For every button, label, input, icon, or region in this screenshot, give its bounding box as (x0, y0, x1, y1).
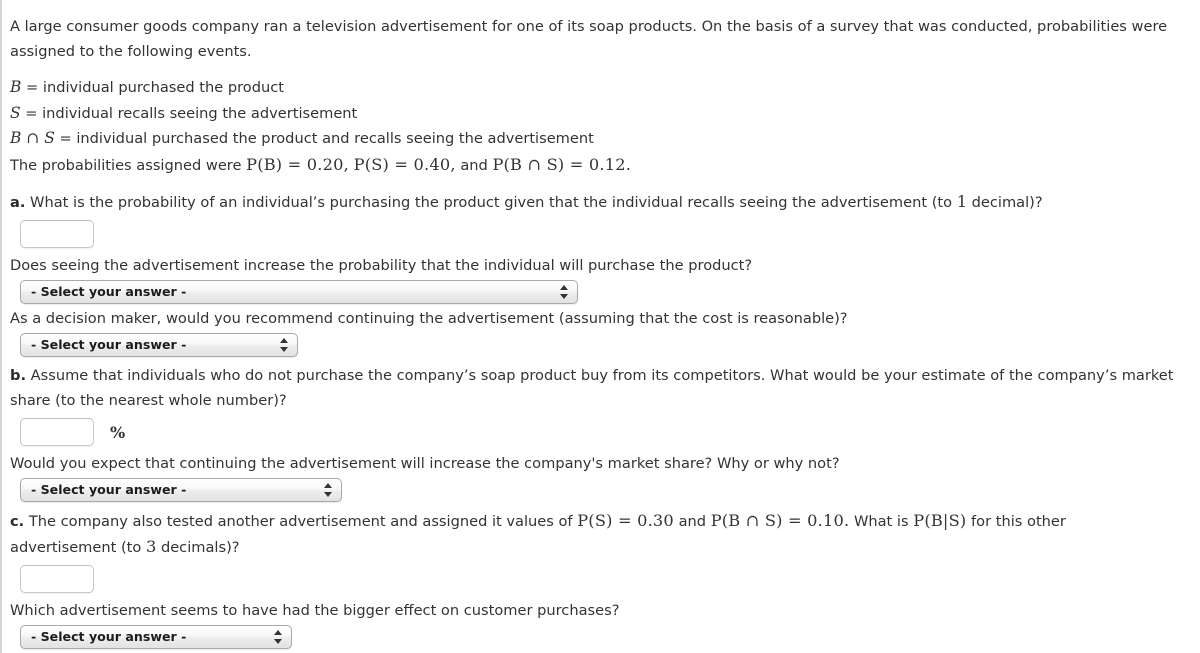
part-a-text-after: decimal)? (971, 194, 1043, 211)
math-c-p-b-given-s: P(B|S) (913, 511, 967, 530)
math-c-p-s: P(S) = 0.30 (577, 511, 674, 530)
event-text-b: = individual purchased the product (26, 79, 284, 96)
math-p-b-and-s: P(B ∩ S) = 0.12. (492, 154, 632, 174)
part-a-answer-input[interactable] (20, 220, 94, 248)
event-symbol-bs: B ∩ S (10, 129, 55, 147)
part-a-text: What is the probability of an individual… (30, 194, 953, 211)
part-c-followup-1-select[interactable]: - Select your answer - (20, 625, 292, 649)
part-c-precision: 3 (145, 537, 157, 556)
part-c-text-2: What is (853, 513, 909, 530)
event-definition-s: S = individual recalls seeing the advert… (10, 101, 1174, 127)
event-symbol-s: S (10, 103, 21, 122)
part-b-followup-1-select[interactable]: - Select your answer - (20, 478, 342, 502)
part-a-followup-1-row: - Select your answer - (10, 278, 1174, 306)
part-a-followup-1-select[interactable]: - Select your answer - (20, 280, 578, 304)
part-b-label: b. (10, 367, 26, 384)
part-b-followup-1-question: Would you expect that continuing the adv… (10, 455, 840, 472)
part-c-text-1: The company also tested another advertis… (28, 513, 573, 530)
part-b-question: b. Assume that individuals who do not pu… (10, 363, 1174, 413)
part-c-followup-1-row: - Select your answer - (10, 623, 1174, 651)
part-b-text: Assume that individuals who do not purch… (10, 367, 1174, 409)
part-a-question: a. What is the probability of an individ… (10, 189, 1174, 215)
part-c-input-row (10, 560, 1174, 598)
part-a-input-row (10, 215, 1174, 253)
probabilities-lead: The probabilities assigned were (10, 156, 242, 174)
part-c-conjunction: and (678, 513, 707, 530)
part-a-followup-2-row: - Select your answer - (10, 331, 1174, 359)
part-c-text-4: decimals)? (160, 539, 240, 556)
event-symbol-b: B (10, 78, 22, 96)
part-c-answer-input[interactable] (20, 565, 94, 593)
part-a-followup-1-question: Does seeing the advertisement increase t… (10, 257, 753, 274)
math-c-p-b-and-s: P(B ∩ S) = 0.10. (710, 511, 850, 530)
event-text-bs: = individual purchased the product and r… (59, 130, 594, 147)
percent-unit-label: % (110, 422, 126, 442)
part-c-followup-1-question: Which advertisement seems to have had th… (10, 602, 620, 619)
probabilities-conjunction: and (460, 156, 488, 174)
part-a-precision: 1 (956, 192, 967, 211)
part-a-followup-1-select-wrap[interactable]: - Select your answer - (20, 280, 578, 304)
part-a-followup-2-select[interactable]: - Select your answer - (20, 333, 298, 357)
intro-paragraph: A large consumer goods company ran a tel… (10, 18, 1168, 60)
part-c-question: c. The company also tested another adver… (10, 508, 1174, 560)
probabilities-line: The probabilities assigned were P(B) = 0… (10, 152, 1174, 179)
math-p-s: P(S) = 0.40, (353, 154, 456, 174)
part-b-input-row: % (10, 413, 1174, 451)
part-c-label: c. (10, 513, 25, 530)
event-text-s: = individual recalls seeing the advertis… (25, 104, 358, 122)
event-definition-b: B = individual purchased the product (10, 75, 1174, 101)
question-page: A large consumer goods company ran a tel… (0, 0, 1200, 653)
part-b-followup-1-select-wrap[interactable]: - Select your answer - (20, 478, 342, 502)
part-a-followup-2-question: As a decision maker, would you recommend… (10, 310, 848, 327)
part-a-label: a. (10, 194, 26, 211)
part-c-followup-1-select-wrap[interactable]: - Select your answer - (20, 625, 292, 649)
part-b-followup-1-row: - Select your answer - (10, 476, 1174, 504)
question-content: A large consumer goods company ran a tel… (2, 0, 1184, 651)
part-a-followup-2-select-wrap[interactable]: - Select your answer - (20, 333, 298, 357)
event-definition-bs: B ∩ S = individual purchased the product… (10, 126, 1174, 152)
part-b-answer-input[interactable] (20, 418, 94, 446)
math-p-b: P(B) = 0.20, (246, 154, 349, 174)
